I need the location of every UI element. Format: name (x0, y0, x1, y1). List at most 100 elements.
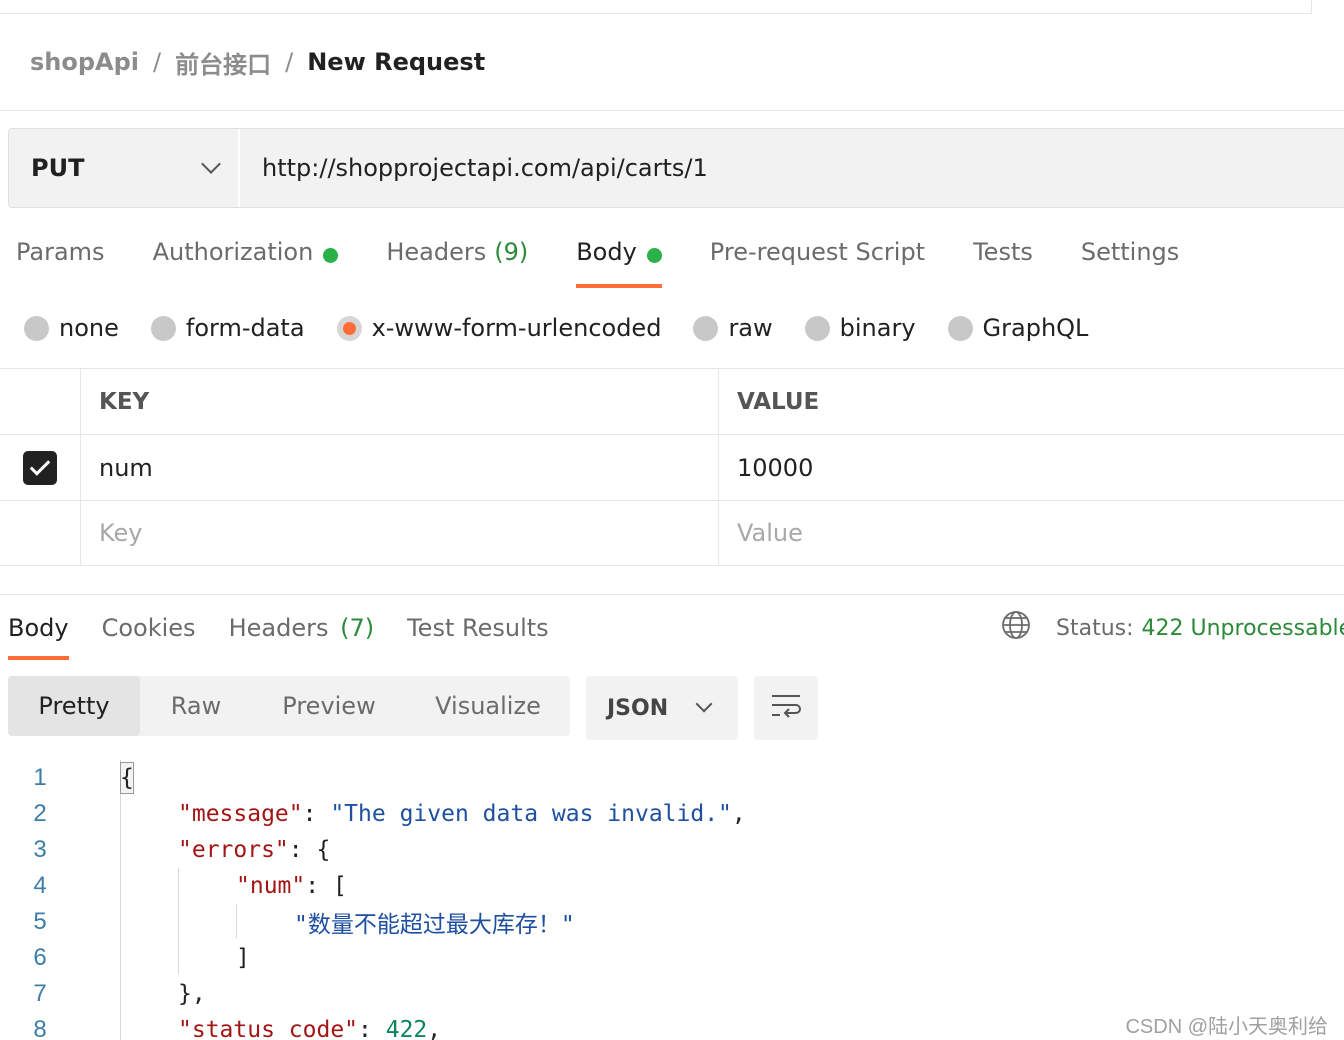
view-visualize-button[interactable]: Visualize (406, 676, 570, 736)
json-punct: : (302, 801, 331, 827)
response-tab-headers[interactable]: Headers (7) (229, 604, 375, 660)
response-code-editor[interactable]: 1 { 2 "message": "The given data was inv… (0, 760, 1344, 1040)
tab-label: Pre-request Script (709, 238, 926, 266)
header-spacer (0, 369, 81, 434)
tab-pre-request-script[interactable]: Pre-request Script (710, 232, 925, 288)
code-line: 6 ] (0, 940, 1344, 976)
request-tabs: Params Authorization Headers (9) Body Pre… (16, 232, 1227, 288)
status-dot-icon (646, 248, 662, 263)
tab-settings[interactable]: Settings (1081, 232, 1179, 288)
code-line: 2 "message": "The given data was invalid… (0, 796, 1344, 832)
tab-label: Headers (386, 238, 487, 266)
tab-label: Test Results (407, 614, 549, 642)
code-line: 7 }, (0, 976, 1344, 1012)
body-type-raw[interactable]: raw (693, 314, 773, 342)
breadcrumb-separator: / (285, 48, 294, 76)
tab-body[interactable]: Body (576, 232, 662, 288)
body-type-binary[interactable]: binary (804, 314, 916, 342)
json-key: "status_code" (178, 1017, 359, 1040)
tab-label: Tests (973, 238, 1033, 266)
language-label: JSON (607, 695, 669, 721)
breadcrumb-folder[interactable]: 前台接口 (175, 45, 271, 80)
tab-params[interactable]: Params (16, 232, 105, 288)
value-cell[interactable]: 10000 (719, 435, 1344, 500)
breadcrumb-request-name[interactable]: New Request (307, 48, 485, 76)
key-cell[interactable]: num (81, 435, 719, 500)
radio-icon[interactable] (693, 315, 719, 341)
radio-label: none (59, 314, 119, 342)
wrap-text-icon (770, 692, 802, 724)
tab-headers[interactable]: Headers (9) (386, 232, 528, 288)
line-number: 1 (33, 764, 47, 791)
breadcrumb-separator: / (153, 48, 162, 76)
radio-label: GraphQL (982, 314, 1089, 342)
method-label: PUT (31, 154, 85, 182)
row-enable-cell (0, 435, 81, 500)
row-enable-cell (0, 501, 81, 565)
radio-label: raw (728, 314, 773, 342)
body-type-selector: none form-data x-www-form-urlencoded raw… (24, 310, 1120, 346)
radio-icon[interactable] (947, 315, 973, 341)
row-enabled-checkbox[interactable] (23, 450, 57, 485)
tab-label: Cookies (101, 614, 196, 642)
table-row-new: Key Value (0, 500, 1344, 566)
code-line: 1 { (0, 760, 1344, 796)
json-string: "The given data was invalid." (330, 801, 732, 827)
radio-label: binary (839, 314, 916, 342)
radio-label: form-data (185, 314, 305, 342)
tab-label: Body (576, 238, 637, 266)
radio-icon[interactable] (150, 315, 176, 341)
column-header-key: KEY (81, 369, 719, 434)
json-key: "errors" (178, 837, 289, 863)
divider (0, 594, 1344, 595)
body-type-graphql[interactable]: GraphQL (947, 314, 1089, 342)
radio-label: x-www-form-urlencoded (371, 314, 662, 342)
body-type-urlencoded[interactable]: x-www-form-urlencoded (336, 314, 662, 342)
line-number: 6 (33, 944, 47, 971)
globe-icon[interactable] (1000, 609, 1032, 647)
line-number: 7 (33, 980, 47, 1007)
json-punct: : { (288, 837, 331, 863)
tab-tests[interactable]: Tests (973, 232, 1033, 288)
code-line: 3 "errors": { (0, 832, 1344, 868)
watermark: CSDN @陆小天奥利给 (1125, 1016, 1328, 1038)
view-raw-button[interactable]: Raw (140, 676, 252, 736)
divider (0, 110, 1344, 111)
tab-authorization[interactable]: Authorization (153, 232, 339, 288)
method-select[interactable]: PUT (9, 129, 240, 207)
body-type-none[interactable]: none (24, 314, 119, 342)
json-string: "数量不能超过最大库存！" (294, 912, 575, 938)
wrap-lines-button[interactable] (754, 676, 818, 740)
json-key: "message" (178, 801, 303, 827)
table-header-row: KEY VALUE (0, 368, 1344, 434)
table-row: num 10000 (0, 434, 1344, 500)
body-type-form-data[interactable]: form-data (150, 314, 305, 342)
language-select[interactable]: JSON (586, 676, 738, 740)
tab-count: (9) (494, 238, 529, 266)
radio-icon[interactable] (24, 315, 49, 341)
code-text: }, (178, 981, 206, 1007)
radio-icon[interactable] (804, 315, 830, 341)
url-input[interactable]: http://shopprojectapi.com/api/carts/1 (240, 129, 1344, 207)
new-value-input[interactable]: Value (719, 501, 1344, 565)
breadcrumb-collection[interactable]: shopApi (30, 48, 139, 76)
response-tabs: Body Cookies Headers (7) Test Results (8, 604, 582, 660)
top-strip (0, 0, 1312, 14)
status-value[interactable]: 422 Unprocessable (1142, 616, 1344, 641)
response-tab-body[interactable]: Body (8, 604, 69, 660)
json-punct: , (427, 1017, 442, 1040)
line-number: 5 (33, 908, 47, 935)
json-punct: : [ (305, 873, 347, 899)
status-dot-icon (323, 248, 339, 263)
response-tab-cookies[interactable]: Cookies (102, 604, 196, 660)
tab-label: Authorization (152, 238, 314, 266)
line-number: 4 (33, 872, 47, 899)
json-key: "num" (236, 873, 306, 899)
radio-selected-icon[interactable] (336, 315, 362, 341)
view-pretty-button[interactable]: Pretty (8, 676, 140, 736)
tab-label: Body (8, 614, 69, 642)
tab-label: Settings (1080, 238, 1180, 266)
new-key-input[interactable]: Key (81, 501, 719, 565)
response-tab-test-results[interactable]: Test Results (407, 604, 549, 660)
view-preview-button[interactable]: Preview (252, 676, 406, 736)
